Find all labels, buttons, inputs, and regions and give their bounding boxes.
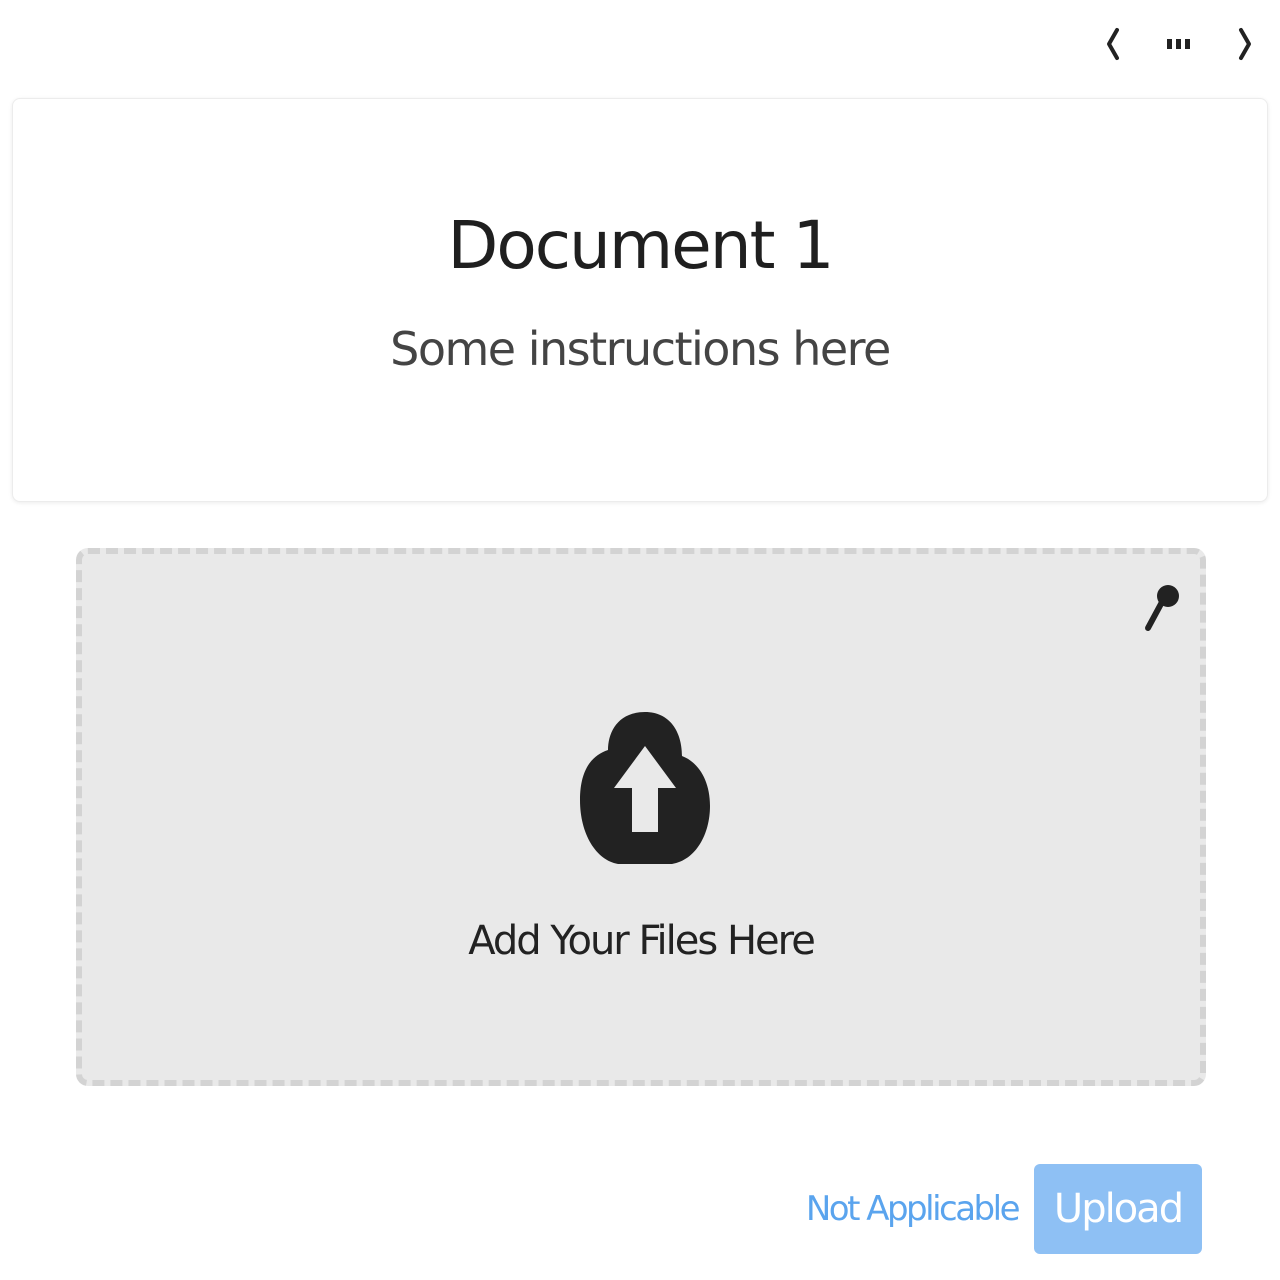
dots-icon — [1167, 39, 1190, 49]
not-applicable-link[interactable]: Not Applicable — [806, 1189, 1021, 1229]
chevron-left-icon — [1107, 28, 1119, 60]
action-footer: Not Applicable Upload — [806, 1164, 1202, 1254]
file-dropzone[interactable]: Add Your Files Here — [76, 548, 1206, 1086]
chevron-right-icon — [1239, 28, 1251, 60]
next-button[interactable] — [1232, 22, 1258, 66]
upload-button[interactable]: Upload — [1034, 1164, 1202, 1254]
document-upload-page: Document 1 Some instructions here Add Yo… — [0, 0, 1280, 1280]
document-instructions: Some instructions here — [390, 322, 891, 376]
cloud-upload-icon — [580, 712, 710, 864]
prev-button[interactable] — [1100, 22, 1126, 66]
pager-nav — [1100, 22, 1258, 66]
pin-icon[interactable] — [1140, 582, 1184, 634]
document-header-card: Document 1 Some instructions here — [12, 98, 1268, 502]
dropzone-label: Add Your Files Here — [468, 918, 816, 964]
document-title: Document 1 — [447, 207, 835, 284]
pages-menu-button[interactable] — [1164, 22, 1194, 66]
